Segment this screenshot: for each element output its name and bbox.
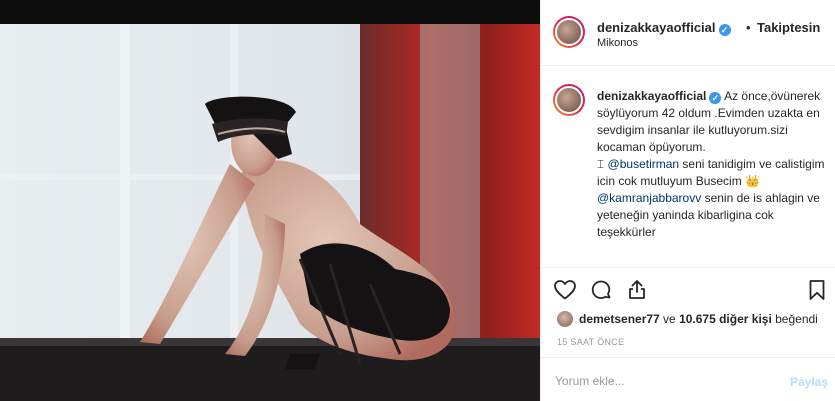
liker-avatar — [557, 311, 573, 327]
likes-connector: ve — [659, 312, 680, 326]
verified-badge-icon: ✓ — [709, 92, 722, 104]
separator-dot: • — [746, 20, 751, 35]
comment-bar: Paylaş — [541, 357, 835, 401]
author-username[interactable]: denizakkayaofficial ✓ — [597, 20, 731, 36]
caption-prefix: ⌶ — [597, 157, 608, 171]
previous-post-strip — [0, 0, 540, 24]
caption-author-avatar[interactable] — [553, 84, 585, 116]
heart-icon[interactable] — [553, 278, 577, 302]
bookmark-icon[interactable] — [805, 278, 829, 302]
post-image — [0, 24, 540, 401]
author-avatar[interactable] — [553, 16, 585, 48]
caption-text: denizakkayaofficial ✓ Az önce,övünerek sö… — [597, 88, 825, 241]
follow-status-button[interactable]: Takiptesin — [757, 20, 820, 35]
comment-bubble-icon[interactable] — [589, 278, 613, 302]
post-photo[interactable] — [0, 24, 540, 401]
share-icon[interactable] — [625, 278, 649, 302]
post-timestamp[interactable]: 15 SAAT ÖNCE — [557, 337, 624, 347]
post-header: denizakkayaofficial ✓ • Takiptesin Mikono… — [541, 0, 835, 66]
post-actions-bar — [541, 267, 835, 309]
post-comment-button[interactable]: Paylaş — [790, 375, 828, 389]
mention-link[interactable]: @kamranjabbarovv — [597, 191, 701, 205]
verified-badge-icon: ✓ — [718, 24, 731, 36]
post-caption: denizakkayaofficial ✓ Az önce,övünerek sö… — [541, 67, 835, 267]
post-side-panel: denizakkayaofficial ✓ • Takiptesin Mikono… — [540, 0, 835, 401]
mention-link[interactable]: @busetirman — [608, 157, 680, 171]
first-liker-username[interactable]: demetsener77 — [579, 312, 660, 326]
post-location[interactable]: Mikonos — [597, 37, 638, 49]
likes-summary[interactable]: demetsener77 ve 10.675 diğer kişi beğend… — [557, 311, 818, 327]
comment-input[interactable] — [555, 372, 755, 390]
likes-count[interactable]: 10.675 diğer kişi — [679, 312, 772, 326]
likes-suffix: beğendi — [771, 312, 818, 326]
caption-username[interactable]: denizakkayaofficial ✓ — [597, 89, 722, 104]
